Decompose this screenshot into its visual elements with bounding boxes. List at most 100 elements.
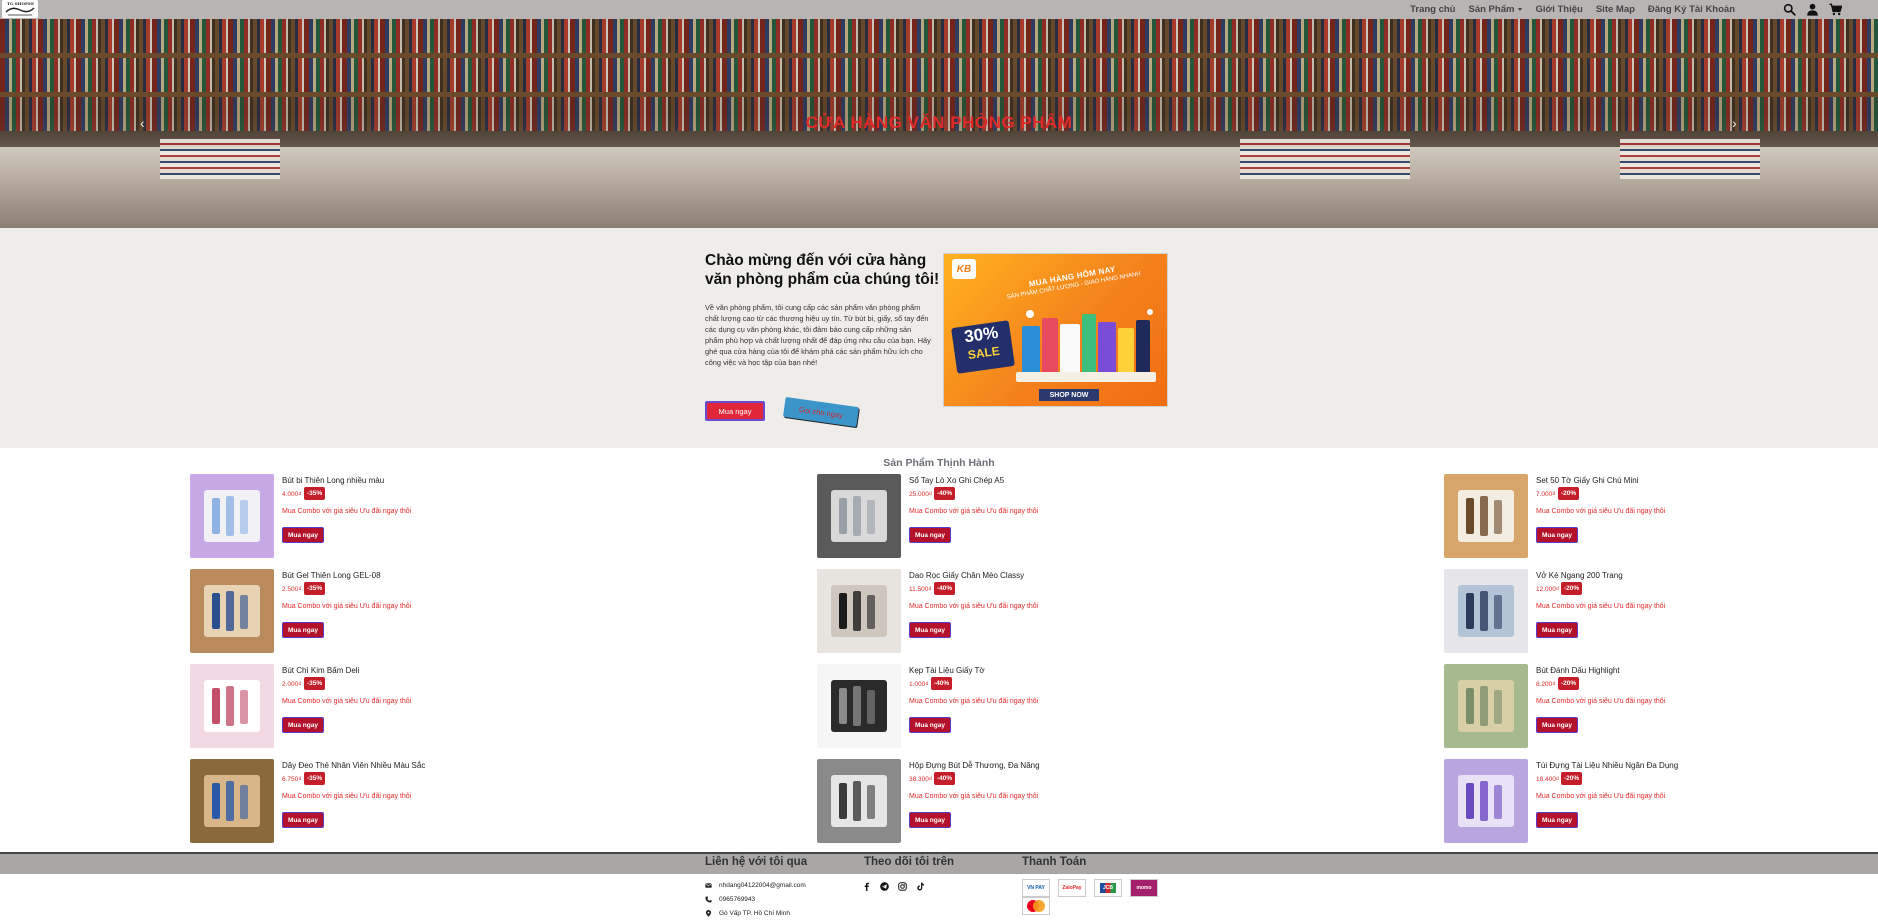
product-buy-button[interactable]: Mua ngay bbox=[282, 622, 324, 638]
product-name[interactable]: Bút Đánh Dấu Highlight bbox=[1536, 666, 1620, 675]
nav-link-home[interactable]: Trang chủ bbox=[1410, 4, 1455, 15]
product-image[interactable] bbox=[190, 759, 274, 843]
product-name[interactable]: Dây Đeo Thẻ Nhân Viên Nhiều Màu Sắc bbox=[282, 761, 425, 770]
combo-offer-text: Mua Combo với giá siêu Ưu đãi ngay thôi bbox=[909, 508, 1039, 515]
cart-icon[interactable] bbox=[1829, 3, 1842, 16]
nav-link-sitemap[interactable]: Site Map bbox=[1596, 4, 1635, 15]
product-name[interactable]: Dao Rọc Giấy Chân Mèo Classy bbox=[909, 571, 1024, 580]
top-navbar: TG SHOPEE Trang chủ Sản Phẩm Giới Thiệu … bbox=[0, 0, 1878, 19]
product-card[interactable]: Kẹp Tài Liệu Giấy Tờ 1.000₫ -40% Mua Combo … bbox=[817, 664, 1117, 750]
combo-offer-text: Mua Combo với giá siêu Ưu đãi ngay thôi bbox=[1536, 698, 1666, 705]
product-name[interactable]: Vở Kẻ Ngang 200 Trang bbox=[1536, 571, 1623, 580]
product-card[interactable]: Bút bi Thiên Long nhiều màu 4.000₫ -35% Mua… bbox=[190, 474, 490, 560]
product-card[interactable]: Vở Kẻ Ngang 200 Trang 12.000₫ -20% Mua Comb… bbox=[1444, 569, 1744, 655]
product-card[interactable]: Set 50 Tờ Giấy Ghi Chú Mini 7.000₫ -20% Mua… bbox=[1444, 474, 1744, 560]
nav-link-about[interactable]: Giới Thiệu bbox=[1535, 4, 1582, 15]
buy-now-button[interactable]: Mua ngay bbox=[705, 401, 765, 421]
nav-link-register[interactable]: Đăng Ký Tài Khoản bbox=[1648, 4, 1735, 15]
discount-badge: -35% bbox=[304, 772, 326, 785]
hero-title: CỬA HÀNG VĂN PHÒNG PHẨM bbox=[805, 113, 1073, 132]
product-image[interactable] bbox=[817, 474, 901, 558]
product-buy-button[interactable]: Mua ngay bbox=[909, 622, 951, 638]
location-pin-icon bbox=[705, 910, 712, 917]
call-now-button[interactable]: Gọi cho ngay bbox=[782, 396, 860, 428]
carousel-next-icon[interactable]: › bbox=[1732, 115, 1737, 131]
promo-banner[interactable]: KB MUA HÀNG HÔM NAY SẢN PHẨM CHẤT LƯỢNG … bbox=[943, 253, 1168, 407]
footer-phone[interactable]: 0965769943 bbox=[705, 896, 755, 903]
footer-email[interactable]: nhdang04122004@gmail.com bbox=[705, 882, 806, 889]
product-card[interactable]: Dây Đeo Thẻ Nhân Viên Nhiều Màu Sắc 6.750… bbox=[190, 759, 490, 845]
combo-offer-text: Mua Combo với giá siêu Ưu đãi ngay thôi bbox=[909, 793, 1039, 800]
combo-offer-text: Mua Combo với giá siêu Ưu đãi ngay thôi bbox=[282, 698, 412, 705]
product-name[interactable]: Túi Đựng Tài Liệu Nhiều Ngăn Đa Dụng bbox=[1536, 761, 1678, 770]
combo-offer-text: Mua Combo với giá siêu Ưu đãi ngay thôi bbox=[282, 508, 412, 515]
product-price: 18.400₫ bbox=[1536, 776, 1560, 783]
combo-offer-text: Mua Combo với giá siêu Ưu đãi ngay thôi bbox=[1536, 603, 1666, 610]
discount-badge: -40% bbox=[934, 772, 956, 785]
product-card[interactable]: Bút Đánh Dấu Highlight 8.200₫ -20% Mua Comb… bbox=[1444, 664, 1744, 750]
product-card[interactable]: Túi Đựng Tài Liệu Nhiều Ngăn Đa Dụng 18.4… bbox=[1444, 759, 1744, 845]
product-image[interactable] bbox=[817, 569, 901, 653]
footer-follow-title: Theo dõi tôi trên bbox=[864, 856, 955, 868]
shop-logo[interactable]: TG SHOPEE bbox=[2, 0, 38, 18]
discount-badge: -35% bbox=[304, 487, 326, 500]
facebook-icon[interactable] bbox=[862, 882, 871, 891]
hero-book-stack bbox=[1240, 139, 1410, 179]
promo-logo: KB bbox=[952, 259, 976, 279]
footer-address-text: Gò Vấp TP. Hồ Chí Minh bbox=[719, 910, 790, 917]
product-name[interactable]: Bút Gel Thiên Long GEL-08 bbox=[282, 571, 381, 580]
product-buy-button[interactable]: Mua ngay bbox=[1536, 527, 1578, 543]
product-name[interactable]: Hộp Đựng Bút Dễ Thương, Đa Năng bbox=[909, 761, 1040, 770]
product-card[interactable]: Hộp Đựng Bút Dễ Thương, Đa Năng 38.300₫ -4… bbox=[817, 759, 1117, 845]
product-image[interactable] bbox=[1444, 474, 1528, 558]
product-buy-button[interactable]: Mua ngay bbox=[909, 812, 951, 828]
product-image[interactable] bbox=[817, 664, 901, 748]
hero-book-stack bbox=[160, 139, 280, 179]
product-name[interactable]: Bút bi Thiên Long nhiều màu bbox=[282, 476, 384, 485]
product-buy-button[interactable]: Mua ngay bbox=[1536, 717, 1578, 733]
phone-icon bbox=[705, 896, 712, 903]
product-name[interactable]: Sổ Tay Lò Xo Ghi Chép A5 bbox=[909, 476, 1004, 485]
hero-table bbox=[0, 147, 1878, 228]
footer-phone-text: 0965769943 bbox=[719, 896, 756, 903]
carousel-prev-icon[interactable]: ‹ bbox=[140, 115, 145, 131]
tiktok-icon[interactable] bbox=[916, 882, 925, 891]
discount-badge: -35% bbox=[304, 582, 326, 595]
product-buy-button[interactable]: Mua ngay bbox=[1536, 622, 1578, 638]
discount-badge: -20% bbox=[1558, 487, 1580, 500]
product-price: 7.000₫ bbox=[1536, 491, 1556, 498]
combo-offer-text: Mua Combo với giá siêu Ưu đãi ngay thôi bbox=[1536, 508, 1666, 515]
chevron-down-icon bbox=[1518, 7, 1523, 11]
product-name[interactable]: Bút Chì Kim Bấm Deli bbox=[282, 666, 359, 675]
footer-email-text: nhdang04122004@gmail.com bbox=[719, 882, 806, 889]
nav-link-products-label: Sản Phẩm bbox=[1468, 4, 1515, 15]
instagram-icon[interactable] bbox=[898, 882, 907, 891]
product-image[interactable] bbox=[1444, 664, 1528, 748]
product-image[interactable] bbox=[1444, 759, 1528, 843]
product-buy-button[interactable]: Mua ngay bbox=[282, 717, 324, 733]
product-image[interactable] bbox=[1444, 569, 1528, 653]
product-card[interactable]: Bút Chì Kim Bấm Deli 2.000₫ -35% Mua Combo … bbox=[190, 664, 490, 750]
search-icon[interactable] bbox=[1783, 3, 1796, 16]
product-buy-button[interactable]: Mua ngay bbox=[282, 812, 324, 828]
telegram-icon[interactable] bbox=[880, 882, 889, 891]
nav-link-products[interactable]: Sản Phẩm bbox=[1469, 4, 1523, 15]
user-icon[interactable] bbox=[1806, 3, 1819, 16]
product-name[interactable]: Set 50 Tờ Giấy Ghi Chú Mini bbox=[1536, 476, 1638, 485]
product-image[interactable] bbox=[190, 664, 274, 748]
product-price: 6.750₫ bbox=[282, 776, 302, 783]
promo-shop-now: SHOP NOW bbox=[1039, 389, 1099, 401]
product-image[interactable] bbox=[190, 569, 274, 653]
product-buy-button[interactable]: Mua ngay bbox=[1536, 812, 1578, 828]
product-card[interactable]: Bút Gel Thiên Long GEL-08 2.500₫ -35% Mua C… bbox=[190, 569, 490, 655]
product-card[interactable]: Dao Rọc Giấy Chân Mèo Classy 11.500₫ -40% M… bbox=[817, 569, 1117, 655]
product-image[interactable] bbox=[190, 474, 274, 558]
product-card[interactable]: Sổ Tay Lò Xo Ghi Chép A5 25.000₫ -40% Mua C… bbox=[817, 474, 1117, 560]
product-buy-button[interactable]: Mua ngay bbox=[282, 527, 324, 543]
payment-jcb: JCB bbox=[1094, 879, 1122, 897]
product-image[interactable] bbox=[817, 759, 901, 843]
product-buy-button[interactable]: Mua ngay bbox=[909, 527, 951, 543]
payment-vnpay: VN PAY bbox=[1022, 879, 1050, 897]
product-buy-button[interactable]: Mua ngay bbox=[909, 717, 951, 733]
product-name[interactable]: Kẹp Tài Liệu Giấy Tờ bbox=[909, 666, 985, 675]
